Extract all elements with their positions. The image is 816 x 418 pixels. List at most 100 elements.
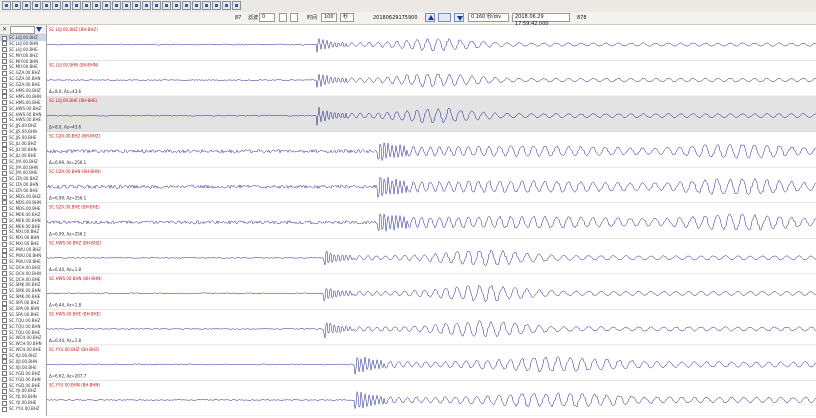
station-checkbox[interactable] (2, 247, 7, 253)
station-checkbox[interactable] (2, 265, 7, 271)
trace-row[interactable]: SC.YYU.00.BHN (BH-BHN) (46, 382, 816, 417)
station-checkbox[interactable] (2, 324, 7, 330)
zoom-out-icon[interactable] (92, 1, 101, 10)
station-checkbox[interactable] (2, 94, 7, 100)
station-checkbox[interactable] (2, 241, 7, 247)
pick-s-icon[interactable] (132, 1, 141, 10)
trace-row[interactable]: SC.HWS.00.BHE (BH-BHE) Δ=6.44, Az=1.8 (46, 311, 816, 346)
datetime-field[interactable]: 2018.06.29 17:59:42.000 (512, 13, 570, 27)
waveform-canvas[interactable]: SC.LUJ.00.BHZ (BH-BHZ) SC.LUJ.00.BHN (BH-… (46, 25, 816, 417)
station-checkbox[interactable] (2, 182, 7, 188)
zoom-y-icon[interactable] (112, 1, 121, 10)
station-checkbox[interactable] (2, 282, 7, 288)
pick-p-icon[interactable] (122, 1, 131, 10)
station-checkbox[interactable] (2, 294, 7, 300)
trace-row[interactable]: SC.LUJ.00.BHE (BH-BHE) Δ=8.0, Az=43.6 (46, 96, 816, 132)
station-checkbox[interactable] (2, 288, 7, 294)
station-checkbox[interactable] (2, 335, 7, 341)
station-filter-input[interactable] (10, 26, 35, 34)
station-checkbox[interactable] (2, 406, 7, 412)
forward-icon[interactable] (72, 1, 81, 10)
station-checkbox[interactable] (2, 259, 7, 265)
rate-input[interactable]: 100 (321, 13, 337, 22)
station-checkbox[interactable] (2, 112, 7, 118)
station-checkbox[interactable] (2, 59, 7, 65)
station-checkbox[interactable] (2, 347, 7, 353)
list-icon[interactable] (32, 1, 41, 10)
station-checkbox[interactable] (2, 53, 7, 59)
station-checkbox[interactable] (2, 377, 7, 383)
station-checkbox[interactable] (2, 229, 7, 235)
measure-icon[interactable] (152, 1, 161, 10)
station-checkbox[interactable] (2, 159, 7, 165)
station-checkbox[interactable] (2, 312, 7, 318)
station-checkbox[interactable] (2, 388, 7, 394)
station-checkbox[interactable] (2, 383, 7, 389)
station-checkbox[interactable] (2, 141, 7, 147)
station-checkbox[interactable] (2, 353, 7, 359)
trace-row[interactable]: SC.GZA.00.BHZ (BH-BHZ) Δ=6.99, Az=256.1 (46, 134, 816, 168)
amplitude-icon[interactable] (162, 1, 171, 10)
station-checkbox[interactable] (2, 194, 7, 200)
trace-row[interactable]: SC.GZA.00.BHE (BH-BHE) Δ=6.99, Az=256.1 (46, 205, 816, 239)
station-checkbox[interactable] (2, 365, 7, 371)
station-checkbox[interactable] (2, 41, 7, 47)
station-checkbox[interactable] (2, 176, 7, 182)
trace-row[interactable]: SC.LUJ.00.BHZ (BH-BHZ) (46, 27, 816, 61)
station-checkbox[interactable] (2, 35, 7, 41)
trace-row[interactable]: SC.HWS.00.BHN (BH-BHN) Δ=6.44, Az=1.8 (46, 276, 816, 310)
station-checkbox[interactable] (2, 224, 7, 229)
station-checkbox[interactable] (2, 218, 7, 224)
station-checkbox[interactable] (2, 70, 7, 76)
station-checkbox[interactable] (2, 394, 7, 400)
auto-icon[interactable] (222, 1, 231, 10)
field-small-1[interactable] (279, 13, 287, 22)
rotate-icon[interactable] (192, 1, 201, 10)
station-checkbox[interactable] (2, 153, 7, 159)
station-checkbox[interactable] (2, 117, 7, 123)
undo-icon[interactable] (52, 1, 61, 10)
station-checkbox[interactable] (2, 64, 7, 70)
config-icon[interactable] (42, 1, 51, 10)
station-checkbox[interactable] (2, 82, 7, 88)
back-icon[interactable] (62, 1, 71, 10)
nav-up-button[interactable] (425, 13, 435, 22)
open-icon[interactable] (2, 1, 11, 10)
save-icon[interactable] (12, 1, 21, 10)
select-icon[interactable] (172, 1, 181, 10)
grid-icon[interactable] (212, 1, 221, 10)
station-checkbox[interactable] (2, 400, 7, 406)
station-checkbox[interactable] (2, 371, 7, 377)
station-checkbox[interactable] (2, 165, 7, 171)
waveform-panel[interactable]: SC.LUJ.00.BHZ (BH-BHZ) SC.LUJ.00.BHN (BH-… (46, 25, 816, 417)
station-checkbox[interactable] (2, 135, 7, 141)
trace-row[interactable]: SC.HWS.00.BHZ (BH-BHZ) Δ=6.44, Az=1.8 (46, 240, 816, 275)
station-checkbox[interactable] (2, 318, 7, 324)
station-checkbox[interactable] (2, 306, 7, 312)
station-checkbox[interactable] (2, 235, 7, 241)
station-checkbox[interactable] (2, 330, 7, 336)
zoom-x-icon[interactable] (102, 1, 111, 10)
station-checkbox[interactable] (2, 253, 7, 259)
station-checkbox[interactable] (2, 106, 7, 112)
field-small-2[interactable] (290, 13, 298, 22)
zoom-in-icon[interactable] (82, 1, 91, 10)
align-icon[interactable] (182, 1, 191, 10)
station-checkbox[interactable] (2, 212, 7, 218)
filter-icon[interactable] (36, 27, 42, 32)
station-checkbox[interactable] (2, 188, 7, 194)
close-icon[interactable]: ✕ (2, 25, 7, 34)
refresh-icon[interactable] (232, 1, 241, 10)
station-checkbox[interactable] (2, 88, 7, 94)
station-checkbox[interactable] (2, 47, 7, 53)
clear-icon[interactable] (202, 1, 211, 10)
filter-icon[interactable] (142, 1, 151, 10)
station-checkbox[interactable] (2, 359, 7, 365)
trace-row[interactable]: SC.GZA.00.BHN (BH-BHN) Δ=6.99, Az=256.1 (46, 169, 816, 203)
station-checkbox[interactable] (2, 170, 7, 176)
station-checkbox[interactable] (2, 206, 7, 212)
nav-down-button[interactable] (454, 13, 464, 22)
station-checkbox[interactable] (2, 277, 7, 283)
station-list-item[interactable]: SC.YYU.00.BHZ (0, 406, 46, 412)
station-checkbox[interactable] (2, 271, 7, 277)
